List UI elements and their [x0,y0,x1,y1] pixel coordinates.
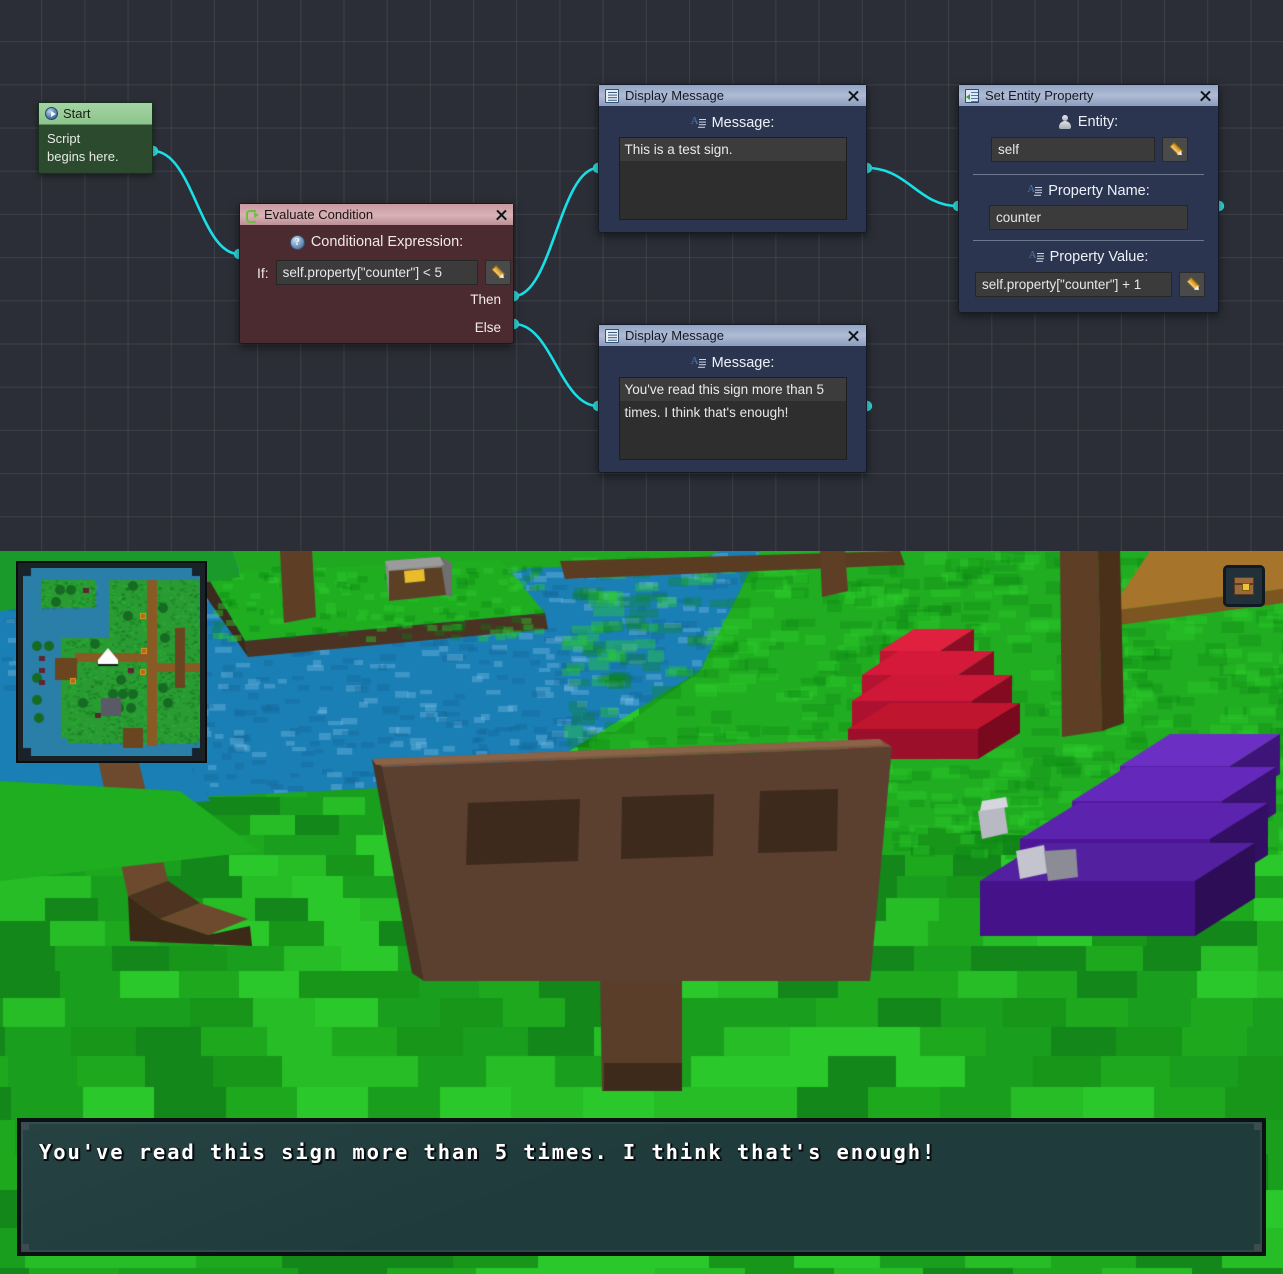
message-input-2[interactable]: You've read this sign more than 5 times.… [618,377,847,460]
corner-ornament [22,1244,29,1251]
node-set-entity-property[interactable]: Set Entity Property Entity: self Propert… [958,84,1219,313]
app-root: Start Script begins here. Evaluate Condi… [0,0,1283,1274]
message-label-row-1: Message: [599,115,866,132]
minimap[interactable] [18,563,205,761]
node-start-body: Script begins here. [39,125,152,171]
conditional-expression-label: Conditional Expression: [310,234,464,250]
node-set-entity-property-title: Set Entity Property [985,88,1094,103]
corner-ornament [1254,1123,1261,1130]
help-icon[interactable]: ? [289,234,305,250]
property-value-label-row: Property Value: [959,249,1218,266]
output-then-label[interactable]: Then [470,292,501,307]
node-start-titlebar[interactable]: Start [39,103,152,125]
dialogue-text: You've read this sign more than 5 times.… [39,1140,937,1164]
text-field-icon [1029,249,1044,264]
property-value-input[interactable]: self.property["counter"] + 1 [975,272,1172,297]
close-icon[interactable] [846,89,860,103]
node-start-text-line2: begins here. [47,148,119,164]
close-icon[interactable] [846,329,860,343]
node-set-entity-property-titlebar[interactable]: Set Entity Property [959,85,1218,106]
node-display-message-1-titlebar[interactable]: Display Message [599,85,866,106]
property-name-label: Property Name: [1048,183,1150,199]
entity-row: self [991,137,1218,162]
message-label-row-2: Message: [599,355,866,372]
set-property-icon [965,88,979,103]
node-graph-editor[interactable]: Start Script begins here. Evaluate Condi… [0,0,1283,551]
corner-ornament [1254,1244,1261,1251]
node-display-message-2[interactable]: Display Message Message: You've read thi… [598,324,867,473]
node-display-message-1-title: Display Message [625,88,724,103]
node-start-text-line1: Script [47,131,81,146]
node-evaluate-condition-title: Evaluate Condition [264,207,374,222]
conditional-expression-row: If: self.property["counter"] < 5 [257,260,513,285]
message-label-1: Message: [711,115,775,131]
branch-icon [245,208,259,223]
game-viewport[interactable]: You've read this sign more than 5 times.… [0,551,1283,1274]
text-field-icon [1027,183,1043,198]
message-input-1[interactable]: This is a test sign. [618,137,847,220]
entity-label-row: Entity: [959,114,1218,130]
node-display-message-2-titlebar[interactable]: Display Message [599,325,866,346]
divider [973,240,1204,241]
message-label-2: Message: [711,355,775,371]
conditional-expression-label-row: ? Conditional Expression: [240,234,513,250]
pencil-icon [1164,139,1185,160]
minimap-canvas [23,568,200,756]
corner-ornament [22,1123,29,1130]
node-start[interactable]: Start Script begins here. [38,102,153,174]
if-label: If: [257,264,269,281]
message-input-2-line2: times. I think that's enough! [619,401,846,425]
conditional-expression-input[interactable]: self.property["counter"] < 5 [275,260,478,285]
node-evaluate-condition[interactable]: Evaluate Condition ? Conditional Express… [239,203,514,344]
close-icon[interactable] [1198,89,1212,103]
entity-input[interactable]: self [991,137,1155,162]
dialogue-box[interactable]: You've read this sign more than 5 times.… [17,1118,1266,1256]
property-name-label-row: Property Name: [959,183,1218,200]
property-value-row: self.property["counter"] + 1 [975,272,1218,297]
divider [973,174,1204,175]
node-display-message-2-title: Display Message [625,328,724,343]
node-start-title: Start [63,106,91,121]
node-evaluate-condition-titlebar[interactable]: Evaluate Condition [240,204,513,225]
document-icon [605,88,619,103]
pencil-icon [1181,274,1202,295]
text-field-icon [691,115,706,130]
entity-label: Entity: [1077,114,1119,130]
property-value-label: Property Value: [1049,249,1149,265]
inventory-button[interactable] [1223,565,1265,607]
text-field-icon [691,355,706,370]
edit-entity-button[interactable] [1162,137,1188,162]
pencil-icon [487,262,508,283]
edit-expression-button[interactable] [484,260,511,285]
close-icon[interactable] [494,208,508,222]
chest-icon [1234,577,1254,595]
property-name-input[interactable]: counter [989,205,1188,230]
document-icon [605,328,619,343]
person-icon [1059,114,1072,130]
message-input-1-line1: This is a test sign. [619,138,846,162]
node-display-message-1[interactable]: Display Message Message: This is a test … [598,84,867,233]
output-else-label[interactable]: Else [475,320,501,335]
message-input-2-line1: You've read this sign more than 5 [619,378,846,402]
play-icon [45,107,58,120]
edit-property-value-button[interactable] [1179,272,1205,297]
property-name-row: counter [989,205,1188,230]
